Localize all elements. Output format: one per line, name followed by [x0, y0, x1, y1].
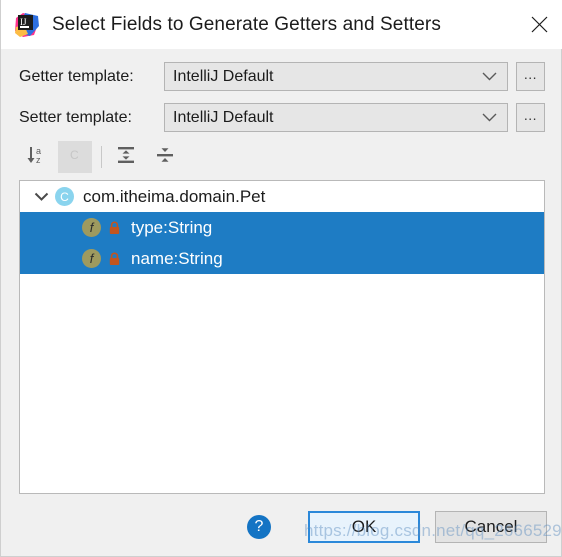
chevron-down-icon[interactable]: [30, 192, 52, 201]
field-node-label: name:String: [131, 248, 223, 268]
setter-template-label: Setter template:: [19, 108, 132, 126]
getter-template-combo[interactable]: IntelliJ Default: [164, 62, 508, 91]
svg-text:IJ: IJ: [20, 17, 27, 27]
tree-node-field[interactable]: f type:String: [20, 212, 544, 243]
field-icon: f: [82, 218, 101, 237]
class-icon: C: [55, 187, 74, 206]
window-title: Select Fields to Generate Getters and Se…: [52, 13, 441, 35]
collapse-all-icon: [154, 144, 176, 171]
chevron-down-icon: [482, 63, 497, 90]
cancel-button[interactable]: Cancel: [435, 511, 547, 543]
sort-alphabetically-button[interactable]: a z: [19, 141, 53, 173]
help-icon[interactable]: ?: [247, 515, 271, 539]
getter-template-row: Getter template: IntelliJ Default ...: [19, 62, 545, 91]
setter-template-value: IntelliJ Default: [173, 108, 274, 126]
close-icon[interactable]: [515, 0, 562, 48]
tree-node-field[interactable]: f name:String: [20, 243, 544, 274]
private-lock-icon: [107, 251, 121, 266]
setter-template-browse-button[interactable]: ...: [516, 103, 545, 132]
group-by-class-button[interactable]: C: [58, 141, 92, 173]
toolbar-separator: [101, 146, 102, 168]
field-icon: f: [82, 249, 101, 268]
ok-button[interactable]: OK: [308, 511, 420, 543]
expand-all-button[interactable]: [109, 141, 143, 173]
class-node-label: com.itheima.domain.Pet: [83, 186, 266, 206]
intellij-idea-logo-icon: IJ: [14, 12, 40, 38]
field-node-label: type:String: [131, 217, 213, 237]
collapse-all-button[interactable]: [148, 141, 182, 173]
title-bar: IJ Select Fields to Generate Getters and…: [1, 0, 562, 49]
setter-template-combo[interactable]: IntelliJ Default: [164, 103, 508, 132]
tree-node-class[interactable]: C com.itheima.domain.Pet: [20, 181, 544, 212]
field-icon-letter: f: [89, 220, 94, 235]
expand-all-icon: [115, 144, 137, 171]
tree-toolbar: a z C: [19, 140, 545, 174]
getter-template-browse-button[interactable]: ...: [516, 62, 545, 91]
class-icon-letter: C: [60, 189, 69, 204]
getter-template-label: Getter template:: [19, 67, 134, 85]
select-fields-dialog: IJ Select Fields to Generate Getters and…: [0, 0, 562, 557]
sort-az-icon: a z: [25, 144, 47, 171]
field-icon-letter: f: [89, 251, 94, 266]
svg-text:C: C: [70, 148, 79, 162]
fields-tree-panel[interactable]: C com.itheima.domain.Pet f type:String f: [19, 180, 545, 494]
setter-template-row: Setter template: IntelliJ Default ...: [19, 103, 545, 132]
getter-template-value: IntelliJ Default: [173, 67, 274, 85]
svg-text:z: z: [36, 155, 41, 165]
private-lock-icon: [107, 220, 121, 235]
dialog-button-bar: ? OK Cancel: [1, 506, 562, 548]
class-c-icon: C: [65, 145, 85, 170]
chevron-down-icon: [482, 104, 497, 131]
